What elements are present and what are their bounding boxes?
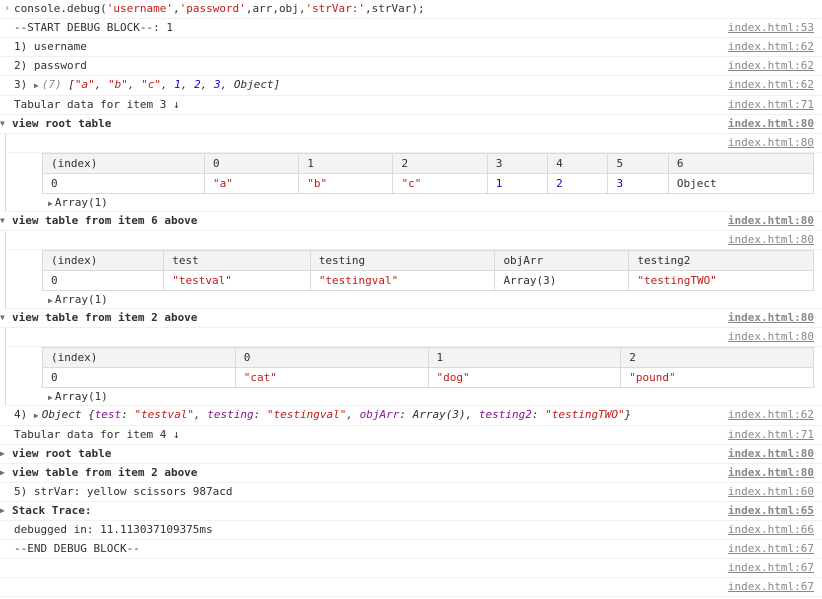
table-header-row: (index) 0 1 2: [43, 348, 814, 368]
source-link[interactable]: index.html:67: [728, 579, 822, 595]
expand-icon[interactable]: [34, 78, 42, 91]
source-link[interactable]: index.html:80: [728, 232, 822, 248]
collapse-icon[interactable]: [0, 213, 12, 229]
collapse-icon[interactable]: [0, 310, 12, 326]
source-link[interactable]: index.html:80: [728, 329, 822, 345]
array-summary[interactable]: Array(1): [6, 194, 822, 211]
expand-icon[interactable]: [0, 446, 12, 462]
collapse-icon[interactable]: [0, 116, 12, 132]
log-line: 2) password index.html:62: [0, 57, 822, 76]
expand-icon[interactable]: [34, 408, 42, 421]
group-header-root-table-collapsed[interactable]: view root table index.html:80: [0, 445, 822, 464]
log-line-array[interactable]: 3) (7) ["a", "b", "c", 1, 2, 3, Object] …: [0, 76, 822, 96]
source-link[interactable]: index.html:62: [728, 58, 822, 74]
console-table-item2[interactable]: (index) 0 1 2 0 "cat" "dog" "pound": [42, 347, 814, 388]
array-summary[interactable]: Array(1): [6, 388, 822, 405]
table-row[interactable]: 0 "testval" "testingval" Array(3) "testi…: [43, 271, 814, 291]
log-line-timing: debugged in: 11.113037109375ms index.htm…: [0, 521, 822, 540]
log-line-object[interactable]: 4) Object {test: "testval", testing: "te…: [0, 406, 822, 426]
source-link[interactable]: index.html:71: [728, 97, 822, 113]
group-header-stack-trace[interactable]: Stack Trace: index.html:65: [0, 502, 822, 521]
table-row[interactable]: 0 "a" "b" "c" 1 2 3 Object: [43, 174, 814, 194]
log-line-blank: index.html:67: [0, 559, 822, 578]
table-header-row: (index) test testing objArr testing2: [43, 251, 814, 271]
source-link[interactable]: index.html:62: [728, 77, 822, 93]
source-link[interactable]: index.html:71: [728, 427, 822, 443]
table-src-line: index.html:80: [5, 328, 822, 347]
source-link[interactable]: index.html:53: [728, 20, 822, 36]
source-link[interactable]: index.html:67: [728, 541, 822, 557]
log-line: Tabular data for item 4 ↓ index.html:71: [0, 426, 822, 445]
log-line-blank: index.html:67: [0, 578, 822, 597]
table-src-line: index.html:80: [5, 231, 822, 250]
console-input-line: › console.debug('username','password',ar…: [0, 0, 822, 19]
source-link[interactable]: index.html:60: [728, 484, 822, 500]
table-header-row: (index) 0 1 2 3 4 5 6: [43, 154, 814, 174]
source-link[interactable]: index.html:65: [728, 503, 822, 519]
group-header-root-table[interactable]: view root table index.html:80: [0, 115, 822, 134]
group-header-item6[interactable]: view table from item 6 above index.html:…: [0, 212, 822, 231]
table-row[interactable]: 0 "cat" "dog" "pound": [43, 368, 814, 388]
group-header-item2-collapsed[interactable]: view table from item 2 above index.html:…: [0, 464, 822, 483]
prompt-icon: ›: [0, 1, 14, 17]
console-table-item6[interactable]: (index) test testing objArr testing2 0 "…: [42, 250, 814, 291]
array-summary[interactable]: Array(1): [6, 291, 822, 308]
source-link[interactable]: index.html:80: [728, 310, 822, 326]
log-line: Tabular data for item 3 ↓ index.html:71: [0, 96, 822, 115]
source-link[interactable]: index.html:62: [728, 39, 822, 55]
group-header-item2[interactable]: view table from item 2 above index.html:…: [0, 309, 822, 328]
source-link[interactable]: index.html:80: [728, 465, 822, 481]
source-link[interactable]: index.html:67: [728, 560, 822, 576]
source-link[interactable]: index.html:80: [728, 446, 822, 462]
expand-icon[interactable]: [48, 390, 55, 403]
expand-icon[interactable]: [48, 196, 55, 209]
log-line: 1) username index.html:62: [0, 38, 822, 57]
expand-icon[interactable]: [0, 503, 12, 519]
log-line-end: --END DEBUG BLOCK-- index.html:67: [0, 540, 822, 559]
log-line-start: --START DEBUG BLOCK--: 1 index.html:53: [0, 19, 822, 38]
source-link[interactable]: index.html:62: [728, 407, 822, 423]
source-link[interactable]: index.html:80: [728, 213, 822, 229]
console-table-root[interactable]: (index) 0 1 2 3 4 5 6 0 "a" "b" "c" 1 2 …: [42, 153, 814, 194]
code-fn: console.debug: [14, 2, 100, 15]
source-link[interactable]: index.html:80: [728, 135, 822, 151]
table-src-line: index.html:80: [5, 134, 822, 153]
expand-icon[interactable]: [48, 293, 55, 306]
log-line: 5) strVar: yellow scissors 987acd index.…: [0, 483, 822, 502]
source-link[interactable]: index.html:80: [728, 116, 822, 132]
expand-icon[interactable]: [0, 465, 12, 481]
source-link[interactable]: index.html:66: [728, 522, 822, 538]
